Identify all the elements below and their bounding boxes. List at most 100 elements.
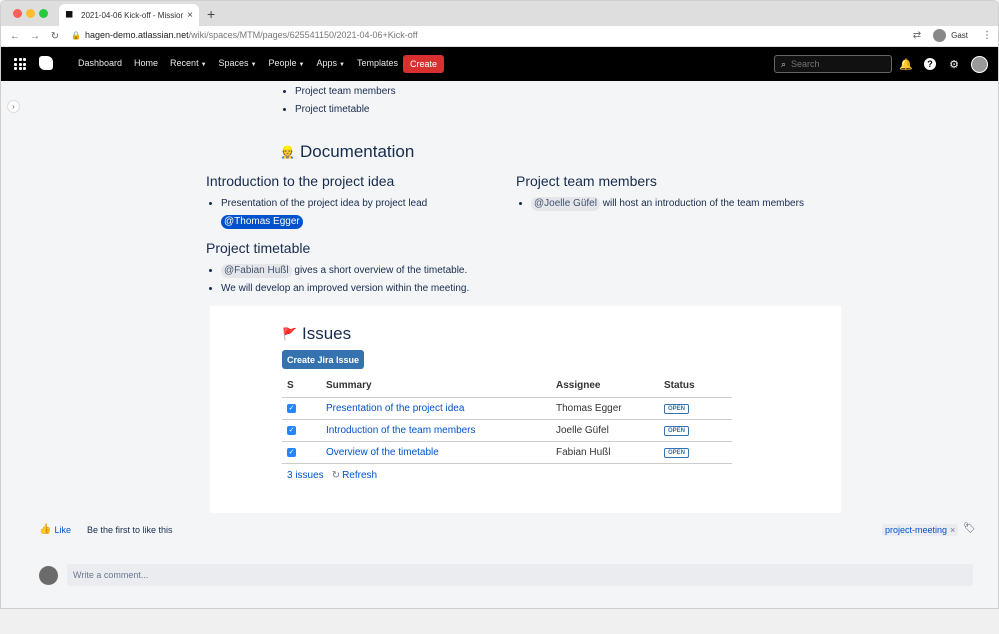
like-bar: 👍 Like Be the first to like this (39, 524, 173, 535)
refresh-icon: ↻ (331, 470, 341, 481)
nav-people-label: People (268, 58, 297, 68)
label-tag[interactable]: project-meeting × (882, 524, 959, 536)
nav-people[interactable]: People ▼ (269, 58, 305, 68)
comment-input[interactable]: Write a comment... (67, 564, 973, 586)
column-header-assignee[interactable]: Assignee (551, 375, 659, 398)
reload-icon[interactable]: ↻ (45, 31, 65, 42)
documentation-emoji-icon: 👷 (280, 145, 295, 159)
list-item: @Joelle Güfel will host an introduction … (531, 195, 837, 213)
team-bullets: @Joelle Güfel will host an introduction … (517, 195, 837, 213)
label-tag-text: project-meeting (885, 525, 948, 535)
mention-fabian[interactable]: @Fabian Hußl (221, 264, 292, 278)
like-button[interactable]: 👍 Like (39, 524, 71, 535)
close-window-button[interactable] (13, 9, 22, 18)
issue-summary-link[interactable]: Overview of the timetable (321, 441, 551, 464)
help-button[interactable]: ? (921, 55, 939, 73)
task-checkbox-icon: ✓ (287, 425, 296, 435)
nav-apps[interactable]: Apps ▼ (317, 58, 345, 68)
mention-thomas[interactable]: @Thomas Egger (221, 215, 303, 229)
documentation-heading-text: Documentation (300, 142, 415, 161)
issue-status-cell: OPEN (659, 397, 732, 420)
chevron-down-icon: ▼ (250, 62, 257, 68)
expand-sidebar-button[interactable]: › (7, 100, 20, 113)
search-input[interactable] (791, 59, 882, 69)
tab-title: 2021-04-06 Kick-off - Mission (81, 10, 184, 20)
refresh-button[interactable]: ↻ Refresh (332, 470, 377, 481)
nav-recent[interactable]: Recent ▼ (170, 58, 206, 68)
column-header-status[interactable]: Status (659, 375, 732, 398)
refresh-label: Refresh (342, 470, 378, 481)
confluence-favicon-icon: ◼ (65, 9, 74, 20)
chevron-down-icon: ▼ (200, 62, 207, 68)
topnav-menu: Dashboard Home Recent ▼ Spaces ▼ People ▼ A… (78, 58, 410, 68)
intro-heading: Introduction to the project idea (206, 173, 395, 189)
confluence-logo-icon[interactable] (39, 56, 53, 70)
issue-count-link[interactable]: 3 issues (287, 470, 324, 481)
browser-menu-icon[interactable]: ⋮ (982, 30, 992, 41)
status-badge: OPEN (664, 404, 690, 414)
task-checkbox-icon: ✓ (287, 447, 296, 457)
settings-gear-icon[interactable]: ⚙ (945, 55, 963, 73)
table-row: ✓ Presentation of the project idea Thoma… (282, 397, 732, 420)
table-header-row: S Summary Assignee Status (282, 375, 732, 398)
commenter-avatar (39, 565, 58, 585)
issue-assignee: Fabian Hußl (551, 441, 659, 464)
nav-templates[interactable]: Templates (357, 58, 398, 68)
browser-window: ◼ 2021-04-06 Kick-off - Mission × + ← → … (0, 0, 999, 609)
mention-joelle[interactable]: @Joelle Güfel (531, 197, 600, 211)
nav-dashboard[interactable]: Dashboard (78, 58, 122, 68)
create-button[interactable]: Create (403, 55, 444, 73)
table-row: ✓ Overview of the timetable Fabian Hußl … (282, 441, 732, 464)
address-bar-right: ⇄ Gast ⋮ (913, 29, 992, 42)
translate-icon[interactable]: ⇄ (913, 30, 921, 41)
maximize-window-button[interactable] (39, 9, 48, 18)
like-hint: Be the first to like this (86, 524, 173, 535)
search-box[interactable]: ⌕ (774, 55, 892, 73)
list-item: Project team members (295, 83, 396, 101)
remove-label-icon[interactable]: × (950, 525, 955, 535)
url-path: /wiki/spaces/MTM/pages/625541150/2021-04… (188, 30, 418, 40)
profile-label[interactable]: Gast (951, 31, 968, 40)
issues-emoji-icon: 🚩 (282, 327, 297, 341)
lock-icon: 🔒 (71, 31, 81, 40)
create-jira-issue-button[interactable]: Create Jira Issue (282, 350, 364, 369)
nav-home[interactable]: Home (134, 58, 158, 68)
forward-icon[interactable]: → (25, 31, 45, 42)
search-icon: ⌕ (781, 58, 787, 69)
notifications-icon[interactable]: 🔔 (897, 55, 915, 73)
back-icon[interactable]: ← (5, 31, 25, 42)
jira-issues-panel: 🚩 Issues Create Jira Issue S Summary Ass… (210, 306, 841, 513)
new-tab-button[interactable]: + (207, 6, 215, 22)
issue-type-cell: ✓ (282, 419, 321, 442)
issue-assignee: Joelle Güfel (551, 419, 659, 442)
issue-status-cell: OPEN (659, 441, 732, 464)
page-content: Project team members Project timetable 👷… (1, 81, 998, 608)
top-bullet-list: Project team members Project timetable (295, 83, 396, 119)
guest-avatar-icon[interactable] (933, 29, 947, 42)
nav-recent-label: Recent (170, 58, 199, 68)
minimize-window-button[interactable] (26, 9, 35, 18)
issue-summary-link[interactable]: Introduction of the team members (321, 419, 551, 442)
address-bar: ← → ↻ 🔒 hagen-demo.atlassian.net/wiki/sp… (1, 26, 998, 47)
help-icon: ? (924, 58, 936, 70)
task-checkbox-icon: ✓ (287, 403, 296, 413)
column-header-summary[interactable]: Summary (321, 375, 551, 398)
issue-assignee: Thomas Egger (551, 397, 659, 420)
team-heading: Project team members (516, 173, 657, 189)
nav-spaces[interactable]: Spaces ▼ (219, 58, 257, 68)
timetable-bullets: @Fabian Hußl gives a short overview of t… (207, 262, 507, 298)
user-avatar[interactable] (971, 55, 988, 73)
issue-type-cell: ✓ (282, 441, 321, 464)
topnav-icons: 🔔 ? ⚙ (891, 55, 988, 73)
confluence-topnav: Dashboard Home Recent ▼ Spaces ▼ People ▼ A… (1, 47, 998, 81)
app-switcher-icon[interactable] (14, 58, 26, 70)
add-label-tag-icon[interactable]: 🏷 (963, 523, 976, 534)
comment-row: Write a comment... (39, 564, 973, 586)
issue-summary-link[interactable]: Presentation of the project idea (321, 397, 551, 420)
tab-close-icon[interactable]: × (187, 10, 193, 21)
browser-tab[interactable]: ◼ 2021-04-06 Kick-off - Mission × (59, 4, 199, 26)
url-field[interactable]: 🔒 hagen-demo.atlassian.net/wiki/spaces/M… (71, 30, 418, 40)
list-item: @Fabian Hußl gives a short overview of t… (221, 262, 507, 280)
column-header-status-icon[interactable]: S (282, 375, 321, 398)
timetable-heading: Project timetable (206, 240, 311, 256)
